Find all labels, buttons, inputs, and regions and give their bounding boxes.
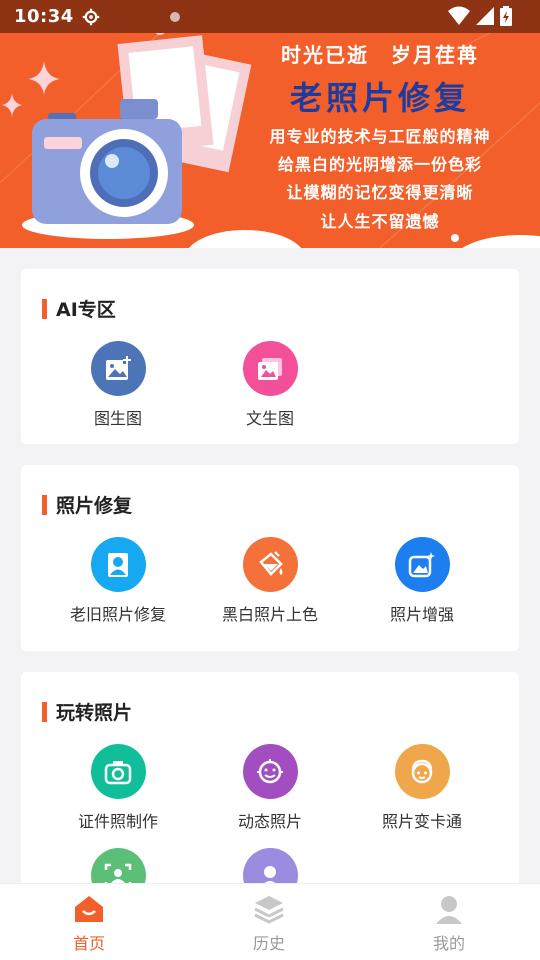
image-sparkle-icon bbox=[394, 537, 450, 592]
portrait-icon bbox=[90, 537, 146, 592]
section-ai-zone: AI专区 图生图 文生图 bbox=[21, 269, 519, 444]
tab-label: 首页 bbox=[72, 934, 105, 953]
banner-text-line: 让人生不留遗憾 bbox=[320, 212, 440, 231]
feature-dynamic-photo[interactable]: 动态照片 bbox=[194, 744, 346, 832]
feature-id-photo[interactable]: 证件照制作 bbox=[42, 744, 194, 832]
settings-gear-icon bbox=[82, 8, 100, 25]
banner-slogan: 时光已逝 岁月荏苒 bbox=[281, 43, 479, 67]
wifi-icon bbox=[448, 6, 470, 25]
notification-dot-icon bbox=[169, 11, 180, 22]
banner-text-line: 用专业的技术与工匠般的精神 bbox=[269, 127, 491, 146]
tab-mine[interactable]: 我的 bbox=[389, 894, 509, 954]
section-title: AI专区 bbox=[42, 295, 116, 322]
layers-icon bbox=[254, 896, 284, 924]
feature-photo-enhance[interactable]: 照片增强 bbox=[346, 537, 498, 625]
feature-text-to-image[interactable]: 文生图 bbox=[194, 341, 346, 429]
feature-label: 文生图 bbox=[245, 409, 294, 428]
camera-icon bbox=[90, 744, 146, 799]
section-title: 照片修复 bbox=[42, 491, 132, 518]
banner-text-line: 让模糊的记忆变得更清晰 bbox=[286, 183, 474, 202]
gallery-icon bbox=[242, 341, 298, 396]
cartoon-face-icon bbox=[394, 744, 450, 799]
feature-label: 照片变卡通 bbox=[381, 812, 462, 831]
smile-face-icon bbox=[242, 744, 298, 799]
image-plus-icon bbox=[90, 341, 146, 396]
feature-old-photo-repair[interactable]: 老旧照片修复 bbox=[42, 537, 194, 625]
feature-label: 动态照片 bbox=[237, 812, 302, 831]
signal-icon bbox=[476, 7, 494, 25]
battery-icon bbox=[500, 6, 512, 26]
tab-home[interactable]: 首页 bbox=[29, 894, 149, 954]
status-bar: 10:34 bbox=[0, 0, 540, 33]
feature-label: 老旧照片修复 bbox=[69, 605, 166, 624]
hero-banner[interactable]: 时光已逝 岁月荏苒 老照片修复 用专业的技术与工匠般的精神 给黑白的光阴增添一份… bbox=[0, 33, 540, 248]
status-icons bbox=[448, 6, 512, 26]
user-icon bbox=[436, 896, 462, 924]
section-fun-photos: 玩转照片 证件照制作 动态照片 照片变卡通 bbox=[21, 672, 519, 903]
tab-label: 历史 bbox=[252, 934, 285, 953]
section-photo-repair: 照片修复 老旧照片修复 黑白照片上色 照片增强 bbox=[21, 465, 519, 651]
banner-title: 老照片修复 bbox=[289, 79, 470, 117]
status-time: 10:34 bbox=[14, 6, 74, 27]
feature-label: 照片增强 bbox=[389, 605, 454, 624]
paint-bucket-icon bbox=[242, 537, 298, 592]
feature-label: 黑白照片上色 bbox=[221, 605, 318, 624]
tab-label: 我的 bbox=[432, 934, 465, 953]
banner-text-line: 给黑白的光阴增添一份色彩 bbox=[277, 155, 482, 174]
tab-history[interactable]: 历史 bbox=[209, 894, 329, 954]
section-title: 玩转照片 bbox=[42, 698, 132, 725]
feature-label: 证件照制作 bbox=[77, 812, 158, 831]
feature-photo-to-cartoon[interactable]: 照片变卡通 bbox=[346, 744, 498, 832]
bottom-tab-bar: 首页 历史 我的 bbox=[0, 883, 540, 960]
feature-image-to-image[interactable]: 图生图 bbox=[42, 341, 194, 429]
feature-colorize[interactable]: 黑白照片上色 bbox=[194, 537, 346, 625]
feature-label: 图生图 bbox=[93, 409, 142, 428]
home-icon bbox=[75, 896, 103, 922]
